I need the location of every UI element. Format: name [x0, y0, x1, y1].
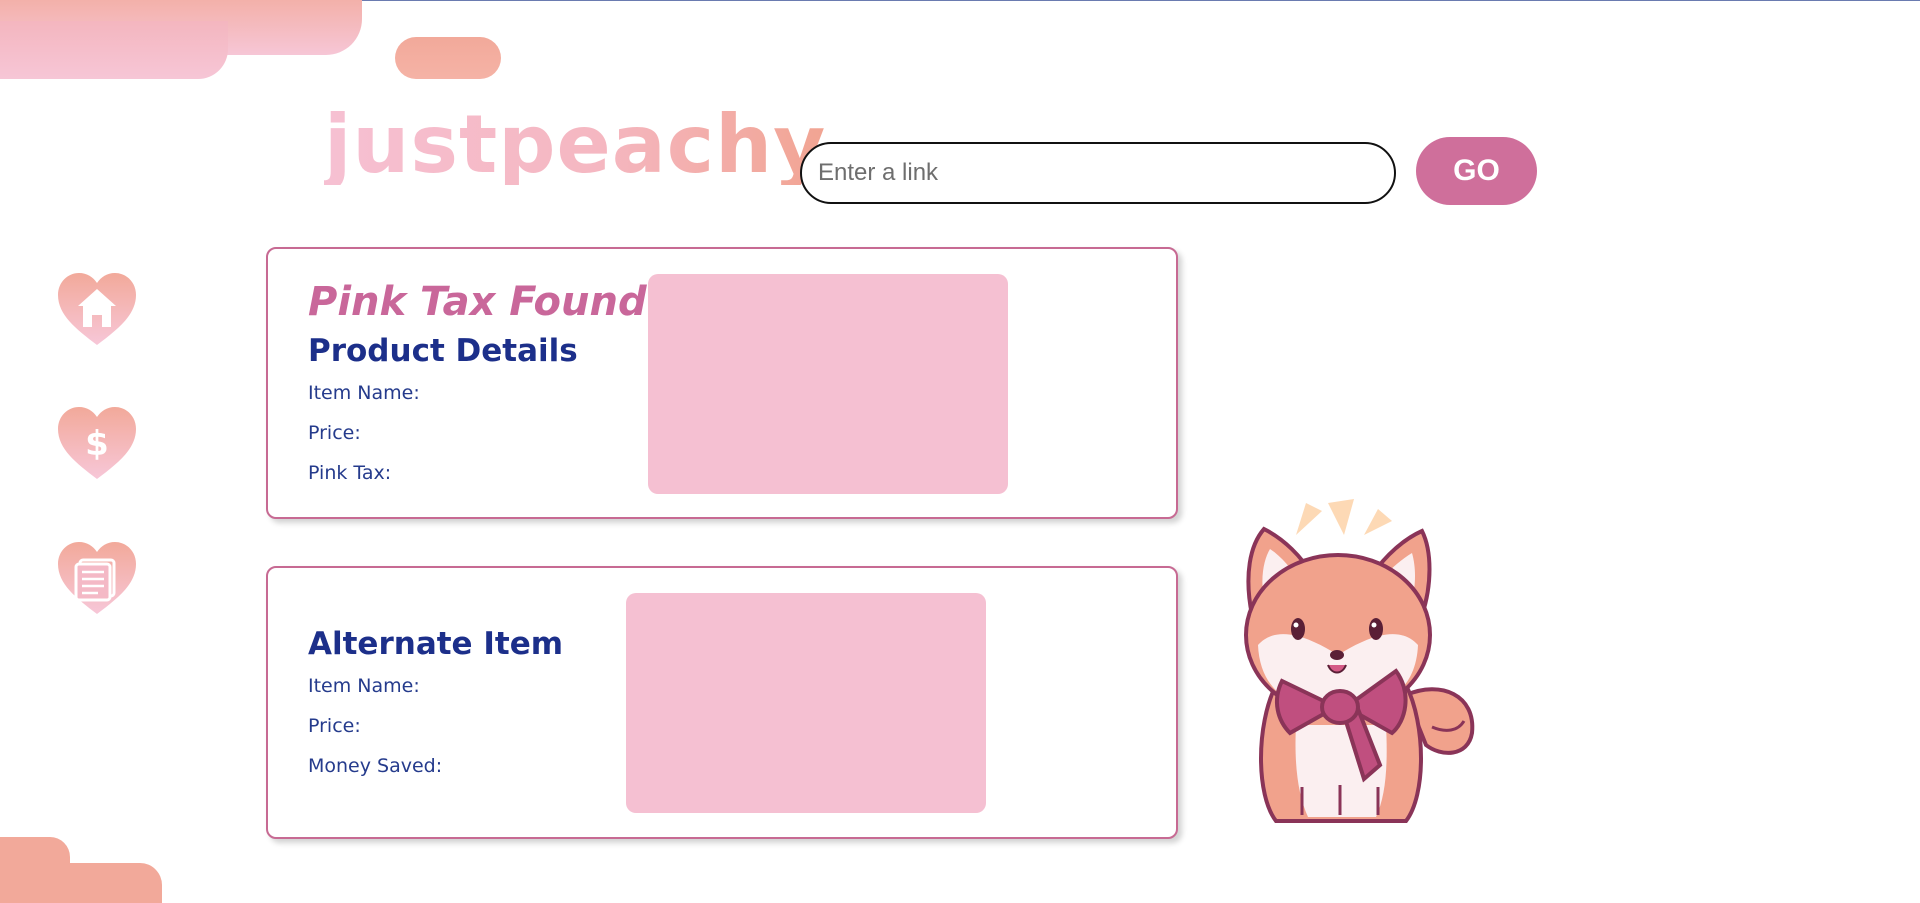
money-saved-label: Money Saved: [308, 755, 443, 777]
nav-home-button[interactable] [56, 271, 138, 347]
pink-tax-label: Pink Tax: [308, 462, 392, 484]
decor-pill-top [395, 37, 501, 79]
shiba-dog-icon [1244, 499, 1475, 823]
document-icon [58, 542, 136, 614]
dollar-icon: $ [58, 407, 136, 479]
home-icon [58, 273, 136, 345]
svg-text:$: $ [85, 424, 109, 464]
alternate-item-heading: Alternate Item [308, 626, 564, 662]
go-button[interactable]: GO [1416, 137, 1537, 205]
decor-cloud-bottom-wide [0, 863, 162, 903]
logo: justpeachy [324, 98, 827, 191]
alternate-item-card: Alternate Item Item Name: Price: Money S… [266, 566, 1178, 839]
shiba-mascot [1236, 495, 1496, 835]
nav-articles-button[interactable] [56, 540, 138, 616]
decor-cloud-top-lower [0, 21, 228, 79]
item-name-label: Item Name: [308, 382, 420, 404]
pink-tax-alert: Pink Tax Found! [308, 279, 665, 325]
price-label: Price: [308, 422, 361, 444]
alt-price-label: Price: [308, 715, 361, 737]
alt-item-name-label: Item Name: [308, 675, 420, 697]
product-image-placeholder [648, 274, 1008, 494]
product-details-card: Pink Tax Found! Product Details Item Nam… [266, 247, 1178, 519]
nav-pricing-button[interactable]: $ [56, 405, 138, 481]
alternate-image-placeholder [626, 593, 986, 813]
link-input[interactable] [800, 142, 1396, 204]
product-details-heading: Product Details [308, 333, 578, 369]
